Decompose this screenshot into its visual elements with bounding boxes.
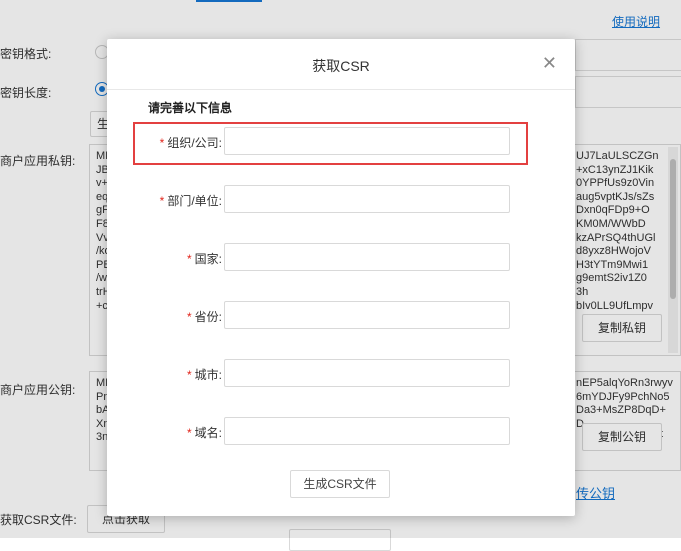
field-row-domain: * 域名: xyxy=(107,417,575,447)
modal-header: 获取CSR ✕ xyxy=(107,39,575,90)
domain-input[interactable] xyxy=(224,417,510,445)
field-row-country: * 国家: xyxy=(107,243,575,273)
province-label: * 省份: xyxy=(187,308,222,325)
domain-label: * 域名: xyxy=(187,424,222,441)
required-mark: * xyxy=(186,368,192,382)
province-input[interactable] xyxy=(224,301,510,329)
country-label: * 国家: xyxy=(187,250,222,267)
country-input[interactable] xyxy=(224,243,510,271)
domain-label-text: 域名: xyxy=(194,426,222,440)
required-mark: * xyxy=(186,426,192,440)
generate-csr-button[interactable]: 生成CSR文件 xyxy=(290,470,390,498)
field-row-department: * 部门/单位: xyxy=(107,185,575,215)
department-label-text: 部门/单位: xyxy=(167,194,222,208)
section-title: 请完善以下信息 xyxy=(148,101,233,115)
city-input[interactable] xyxy=(224,359,510,387)
modal-title: 获取CSR xyxy=(312,58,370,74)
field-row-province: * 省份: xyxy=(107,301,575,331)
department-label: * 部门/单位: xyxy=(160,192,222,209)
city-label-text: 城市: xyxy=(194,368,222,382)
city-label: * 城市: xyxy=(187,366,222,383)
csr-modal: 获取CSR ✕ 请完善以下信息 * 组织/公司: * 部门/单位: * 国家: * 省份… xyxy=(107,39,575,516)
province-label-text: 省份: xyxy=(194,310,222,324)
country-label-text: 国家: xyxy=(194,252,222,266)
field-row-city: * 城市: xyxy=(107,359,575,389)
required-mark: * xyxy=(186,252,192,266)
close-icon[interactable]: ✕ xyxy=(542,53,557,74)
department-input[interactable] xyxy=(224,185,510,213)
required-mark: * xyxy=(159,194,165,208)
highlight-box xyxy=(133,122,528,165)
required-mark: * xyxy=(186,310,192,324)
